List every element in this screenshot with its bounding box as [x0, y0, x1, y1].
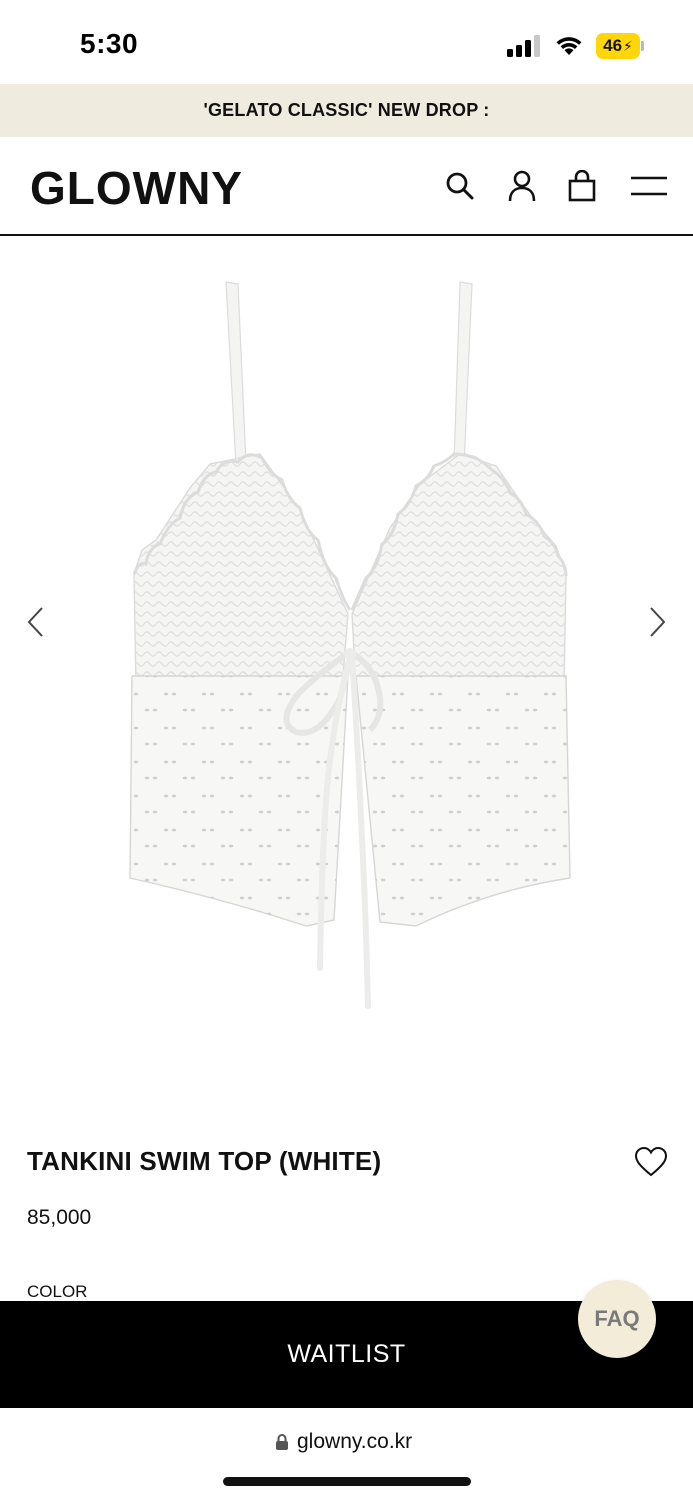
- product-image[interactable]: [120, 278, 580, 1018]
- charging-bolt-icon: ⚡: [623, 37, 633, 54]
- site-header: GLOWNY: [0, 137, 693, 236]
- menu-icon[interactable]: [629, 169, 669, 203]
- user-icon[interactable]: [505, 169, 539, 203]
- signal-icon: [507, 35, 540, 57]
- browser-url-bar[interactable]: glowny.co.kr: [0, 1408, 693, 1500]
- status-bar: 5:30 46 ⚡: [0, 0, 693, 84]
- status-time: 5:30: [80, 28, 139, 59]
- color-label: COLOR: [27, 1282, 88, 1301]
- shopping-bag-icon[interactable]: [565, 169, 599, 203]
- wifi-icon: [556, 37, 582, 55]
- search-icon[interactable]: [443, 169, 477, 203]
- faq-button[interactable]: FAQ: [578, 1280, 656, 1358]
- chevron-right-icon[interactable]: [645, 606, 669, 638]
- announcement-text: 'GELATO CLASSIC' NEW DROP :: [203, 100, 490, 120]
- faq-label: FAQ: [594, 1306, 640, 1331]
- url-text: glowny.co.kr: [297, 1430, 413, 1453]
- product-title: TANKINI SWIM TOP (WHITE): [27, 1146, 382, 1176]
- battery-icon: 46 ⚡: [596, 33, 644, 59]
- waitlist-label: WAITLIST: [287, 1340, 406, 1368]
- home-indicator: [223, 1477, 471, 1486]
- battery-percent: 46: [603, 36, 623, 55]
- product-price: 85,000: [27, 1206, 92, 1229]
- lock-icon: [276, 1434, 288, 1450]
- chevron-left-icon[interactable]: [24, 606, 48, 638]
- heart-icon[interactable]: [634, 1146, 668, 1178]
- battery-level: 46 ⚡: [596, 33, 640, 59]
- announcement-banner[interactable]: 'GELATO CLASSIC' NEW DROP :: [0, 84, 693, 137]
- brand-logo[interactable]: GLOWNY: [30, 161, 243, 215]
- url-display[interactable]: glowny.co.kr: [275, 1430, 412, 1454]
